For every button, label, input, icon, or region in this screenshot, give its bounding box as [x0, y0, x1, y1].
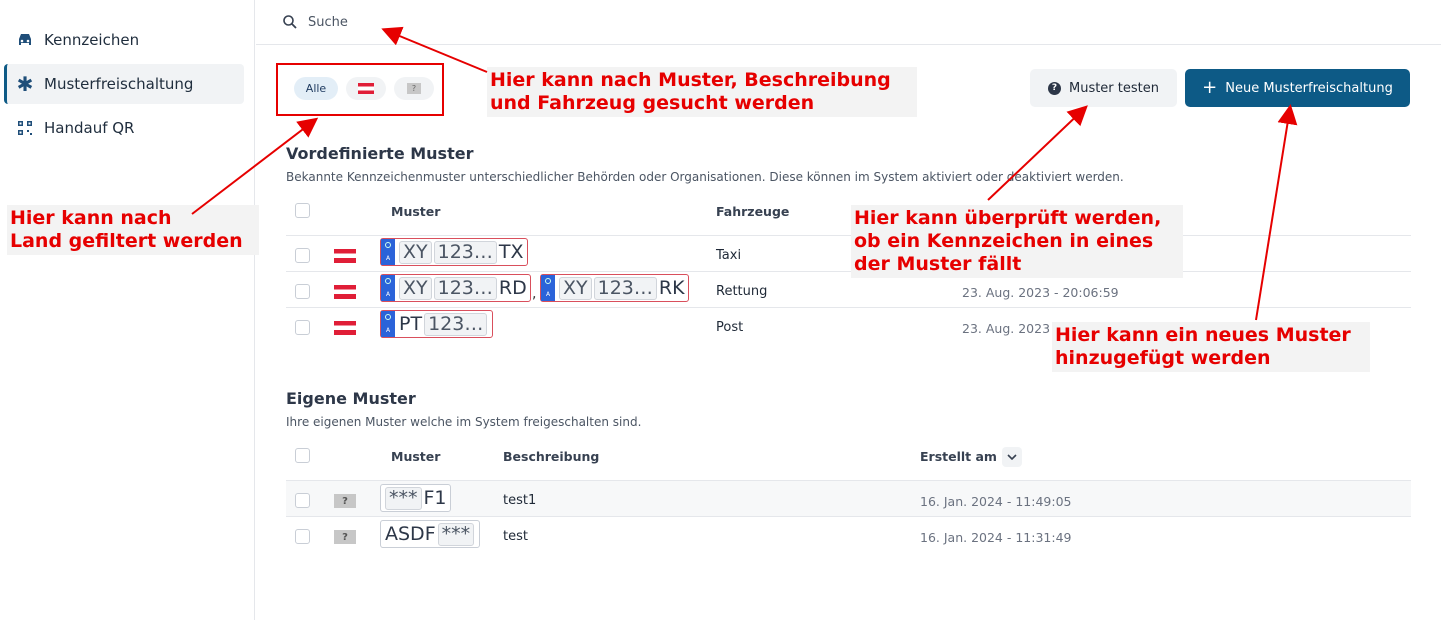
sidebar-item-label: Musterfreischaltung: [44, 75, 194, 93]
row-checkbox[interactable]: [295, 284, 310, 299]
plate-number: 123…: [424, 312, 488, 336]
austria-flag-icon: [334, 249, 356, 263]
plate-pattern: A XY 123… RD: [380, 274, 531, 302]
filter-highlight-box: [276, 63, 444, 116]
plate-pattern: A PT 123…: [380, 310, 494, 338]
divider: [286, 271, 1411, 272]
annotation-new: Hier kann ein neues Muster hinzugefügt w…: [1052, 322, 1370, 372]
plate-separator: ,: [532, 286, 537, 302]
column-muster: Muster: [391, 204, 441, 219]
plate-pattern: *** F1: [380, 484, 451, 512]
own-subtitle: Ihre eigenen Muster welche im System fre…: [286, 415, 642, 429]
select-all-checkbox[interactable]: [295, 448, 310, 463]
plate-suffix: TX: [498, 240, 524, 263]
column-beschreibung: Beschreibung: [503, 449, 600, 464]
plate-pattern: A XY 123… TX: [380, 238, 528, 266]
beschreibung-cell: test1: [503, 493, 537, 508]
unknown-flag-icon: ?: [334, 530, 356, 544]
divider: [286, 235, 1411, 236]
new-pattern-button[interactable]: + Neue Musterfreischaltung: [1185, 69, 1410, 107]
sidebar-item-kennzeichen[interactable]: Kennzeichen: [4, 20, 244, 60]
select-all-checkbox[interactable]: [295, 203, 310, 218]
predefined-subtitle: Bekannte Kennzeichenmuster unterschiedli…: [286, 170, 1124, 184]
sidebar: Kennzeichen ✱ Musterfreischaltung Handau…: [0, 0, 255, 620]
question-circle-icon: ?: [1047, 81, 1061, 95]
chevron-down-icon: [1007, 454, 1017, 460]
sidebar-item-label: Kennzeichen: [44, 31, 140, 49]
qr-code-icon: [16, 119, 34, 137]
eu-band-icon: A: [381, 275, 395, 301]
plate-number: 123…: [433, 240, 497, 264]
plate-wildcard: ***: [437, 522, 475, 546]
arrow-test: [987, 105, 1088, 201]
plate-pattern: ASDF ***: [380, 520, 481, 548]
column-fahrzeuge: Fahrzeuge: [716, 204, 790, 219]
divider: [286, 307, 1411, 308]
plate-wildcard: ***: [385, 486, 422, 510]
row-checkbox[interactable]: [295, 248, 310, 263]
austria-flag-icon: [334, 321, 356, 335]
annotation-country: Hier kann nach Land gefiltert werden: [7, 205, 259, 255]
plate-number: 123…: [433, 276, 497, 300]
plate-pattern: A XY 123… RK: [540, 274, 689, 302]
plate-suffix: RD: [498, 276, 527, 299]
date-cell: 23. Aug. 2023 - 20:06:59: [962, 285, 1119, 300]
fahrzeug-cell: Taxi: [716, 248, 742, 263]
divider: [286, 516, 1411, 517]
austria-flag-icon: [334, 285, 356, 299]
test-pattern-label: Muster testen: [1068, 80, 1159, 96]
test-pattern-button[interactable]: ? Muster testen: [1030, 69, 1177, 107]
annotation-test: Hier kann überprüft werden, ob ein Kennz…: [851, 205, 1183, 278]
search-icon: [283, 15, 297, 29]
sort-button[interactable]: [1002, 447, 1022, 467]
date-cell: 16. Jan. 2024 - 11:49:05: [920, 494, 1072, 509]
search-input[interactable]: [308, 14, 708, 30]
sidebar-item-musterfreischaltung[interactable]: ✱ Musterfreischaltung: [4, 64, 244, 104]
beschreibung-cell: test: [503, 529, 528, 544]
sidebar-item-handauf-qr[interactable]: Handauf QR: [4, 108, 244, 148]
plate-text: ASDF: [385, 522, 436, 545]
predefined-title: Vordefinierte Muster: [286, 144, 474, 163]
car-icon: [16, 31, 34, 49]
new-pattern-label: Neue Musterfreischaltung: [1225, 80, 1393, 96]
unknown-flag-icon: ?: [334, 494, 356, 508]
search-bar: [256, 0, 1441, 45]
date-cell: 23. Aug. 2023: [962, 321, 1051, 336]
column-erstellt: Erstellt am: [920, 449, 997, 464]
plate-text: F1: [423, 486, 447, 509]
plate-number: 123…: [593, 276, 657, 300]
asterisk-icon: ✱: [16, 72, 34, 96]
fahrzeug-cell: Rettung: [716, 284, 768, 299]
row-checkbox[interactable]: [295, 320, 310, 335]
sidebar-item-label: Handauf QR: [44, 119, 135, 137]
plate-prefix: PT: [399, 312, 423, 335]
plus-icon: +: [1202, 77, 1218, 98]
column-muster: Muster: [391, 449, 441, 464]
annotation-search: Hier kann nach Muster, Beschreibung und …: [487, 67, 917, 117]
eu-band-icon: A: [381, 311, 395, 337]
date-cell: 16. Jan. 2024 - 11:31:49: [920, 530, 1072, 545]
eu-band-icon: A: [381, 239, 395, 265]
table-row-highlight: [286, 481, 1411, 517]
row-checkbox[interactable]: [295, 493, 310, 508]
fahrzeug-cell: Post: [716, 320, 744, 335]
eu-band-icon: A: [541, 275, 555, 301]
arrow-new: [1255, 104, 1298, 321]
plate-region: XY: [399, 240, 432, 264]
plate-suffix: RK: [658, 276, 685, 299]
plate-region: XY: [399, 276, 432, 300]
row-checkbox[interactable]: [295, 529, 310, 544]
own-title: Eigene Muster: [286, 389, 416, 408]
plate-region: XY: [559, 276, 592, 300]
